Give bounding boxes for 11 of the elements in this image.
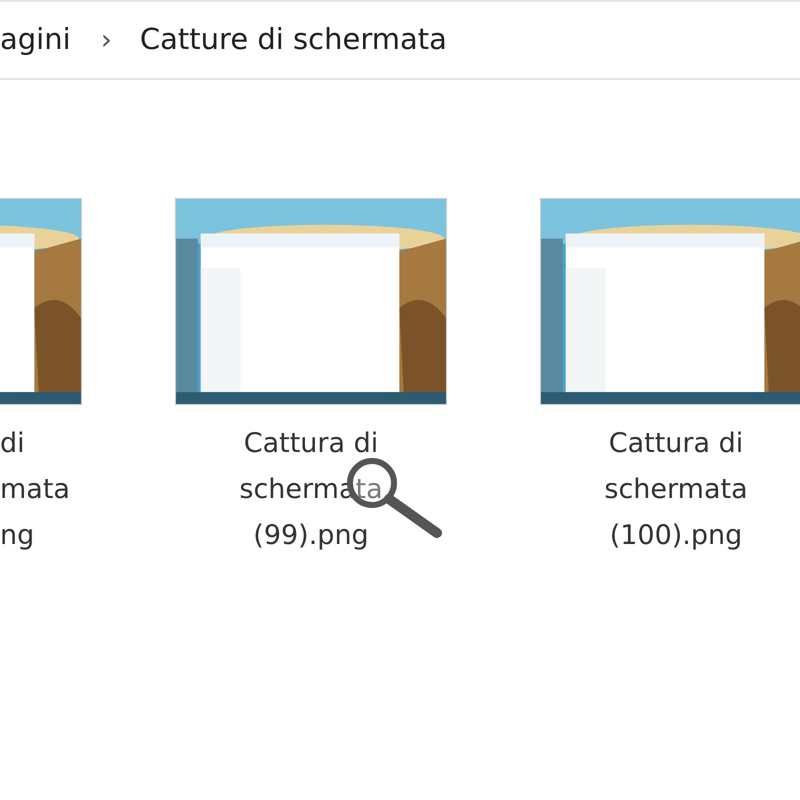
- file-name[interactable]: Cattura di: [540, 421, 800, 467]
- breadcrumb-item[interactable]: agini: [0, 18, 71, 62]
- breadcrumb-item[interactable]: Catture di schermata: [140, 18, 447, 62]
- file-name[interactable]: schermata: [540, 467, 800, 513]
- file-name[interactable]: mata: [0, 467, 70, 513]
- file-name[interactable]: di: [0, 421, 25, 467]
- file-name[interactable]: Cattura di: [175, 421, 447, 467]
- file-name[interactable]: (100).png: [540, 513, 800, 559]
- file-name[interactable]: ng: [0, 513, 34, 559]
- file-name[interactable]: (99).png: [175, 513, 447, 559]
- chevron-separator[interactable]: ›: [100, 19, 112, 61]
